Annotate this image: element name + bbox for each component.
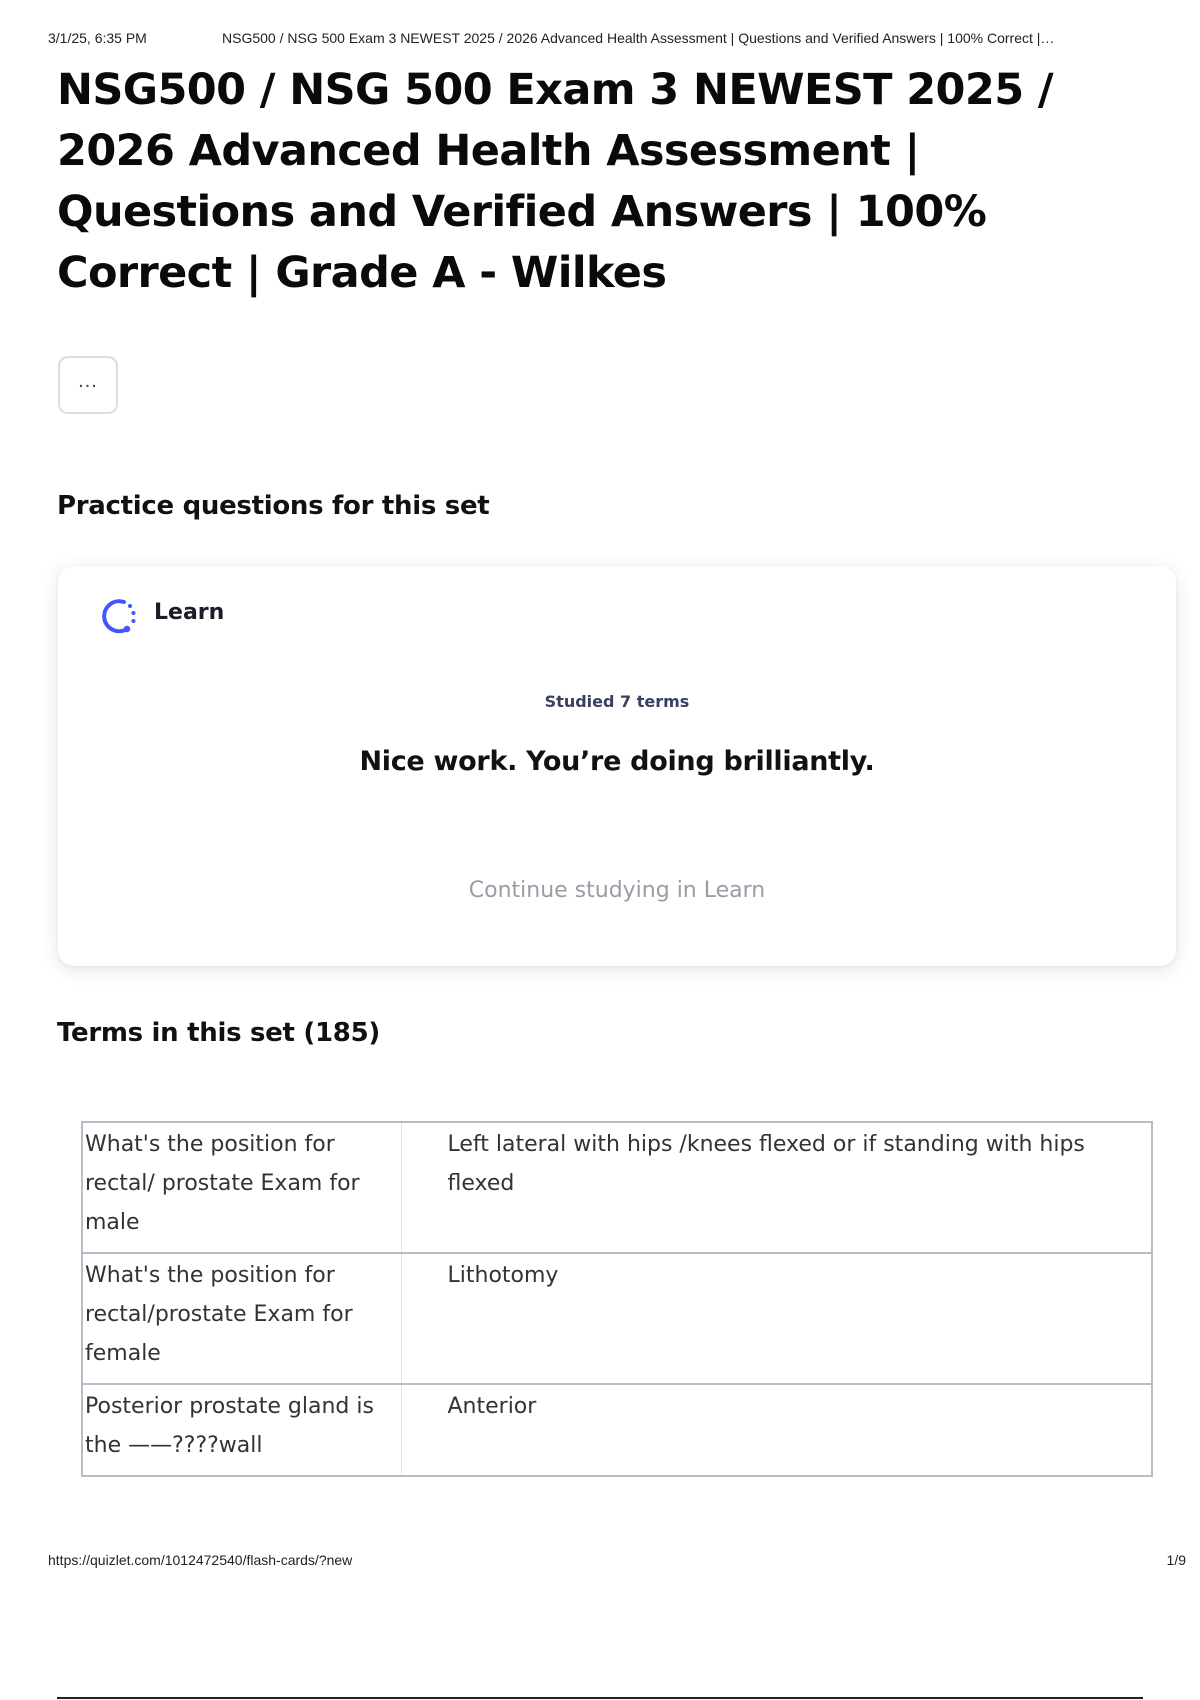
learn-card: Learn Studied 7 terms Nice work. You’re … [58, 566, 1176, 966]
page-number: 1/9 [1166, 1552, 1186, 1568]
learn-progress-icon [102, 599, 136, 634]
page-title: NSG500 / NSG 500 Exam 3 NEWEST 2025 / 20… [57, 65, 1054, 298]
more-options-button[interactable]: ... [58, 356, 118, 414]
term-cell: What's the position for rectal/prostate … [81, 1252, 402, 1385]
continue-learn-button[interactable]: Continue studying in Learn [58, 878, 1176, 903]
print-date: 3/1/25, 6:35 PM [48, 30, 147, 46]
print-footer: https://quizlet.com/1012472540/flash-car… [48, 1552, 1186, 1568]
table-row: Posterior prostate gland is the ——????wa… [81, 1383, 1153, 1477]
learn-mode-label[interactable]: Learn [154, 600, 224, 625]
more-horizontal-icon: ... [78, 370, 98, 392]
terms-table: What's the position for rectal/ prostate… [81, 1121, 1153, 1477]
table-row: What's the position for rectal/prostate … [81, 1252, 1153, 1385]
print-document-title: NSG500 / NSG 500 Exam 3 NEWEST 2025 / 20… [222, 30, 1055, 46]
progress-message: Nice work. You’re doing brilliantly. [359, 746, 875, 777]
term-cell: Posterior prostate gland is the ——????wa… [81, 1383, 402, 1477]
definition-cell: Lithotomy [400, 1252, 1153, 1385]
practice-questions-heading: Practice questions for this set [57, 491, 490, 521]
definition-cell: Left lateral with hips /knees flexed or … [400, 1121, 1153, 1254]
terms-heading: Terms in this set (185) [57, 1018, 380, 1048]
term-cell: What's the position for rectal/ prostate… [81, 1121, 402, 1254]
page-url: https://quizlet.com/1012472540/flash-car… [48, 1552, 353, 1568]
studied-count: Studied 7 terms [544, 692, 690, 711]
table-row: What's the position for rectal/ prostate… [81, 1121, 1153, 1254]
definition-cell: Anterior [400, 1383, 1153, 1477]
bottom-divider [57, 1697, 1143, 1699]
